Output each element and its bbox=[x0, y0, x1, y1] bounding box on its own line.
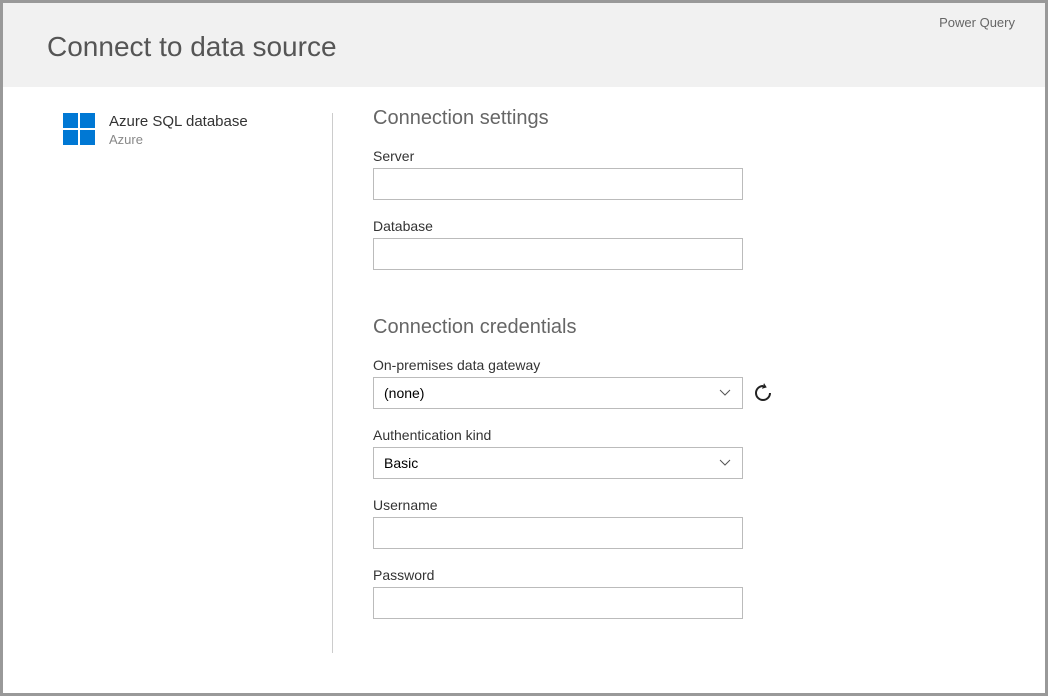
data-source-text: Azure SQL database Azure bbox=[109, 113, 248, 147]
username-input[interactable] bbox=[373, 517, 743, 549]
main-panel: Connection settings Server Database Conn… bbox=[333, 107, 1045, 653]
brand-label: Power Query bbox=[939, 15, 1015, 30]
gateway-selected-value: (none) bbox=[384, 385, 424, 401]
data-source-subtitle: Azure bbox=[109, 132, 248, 147]
connection-settings-heading: Connection settings bbox=[373, 107, 1005, 130]
sidebar: Azure SQL database Azure bbox=[3, 113, 333, 653]
data-source-item[interactable]: Azure SQL database Azure bbox=[63, 113, 312, 147]
password-label: Password bbox=[373, 567, 1005, 583]
chevron-down-icon bbox=[718, 386, 732, 400]
content: Azure SQL database Azure Connection sett… bbox=[3, 87, 1045, 653]
password-field: Password bbox=[373, 567, 1005, 619]
page-title: Connect to data source bbox=[47, 31, 1015, 63]
connection-credentials-heading: Connection credentials bbox=[373, 316, 1005, 339]
username-label: Username bbox=[373, 497, 1005, 513]
gateway-select[interactable]: (none) bbox=[373, 377, 743, 409]
password-input[interactable] bbox=[373, 587, 743, 619]
gateway-label: On-premises data gateway bbox=[373, 357, 1005, 373]
refresh-icon[interactable] bbox=[753, 383, 773, 403]
windows-logo-icon bbox=[63, 113, 95, 145]
header: Power Query Connect to data source bbox=[3, 3, 1045, 87]
chevron-down-icon bbox=[718, 456, 732, 470]
server-input[interactable] bbox=[373, 168, 743, 200]
server-label: Server bbox=[373, 148, 1005, 164]
gateway-field: On-premises data gateway (none) bbox=[373, 357, 1005, 409]
database-field: Database bbox=[373, 218, 1005, 270]
authkind-field: Authentication kind Basic bbox=[373, 427, 1005, 479]
server-field: Server bbox=[373, 148, 1005, 200]
username-field: Username bbox=[373, 497, 1005, 549]
data-source-title: Azure SQL database bbox=[109, 113, 248, 130]
authkind-selected-value: Basic bbox=[384, 455, 418, 471]
authkind-label: Authentication kind bbox=[373, 427, 1005, 443]
authkind-select[interactable]: Basic bbox=[373, 447, 743, 479]
database-input[interactable] bbox=[373, 238, 743, 270]
database-label: Database bbox=[373, 218, 1005, 234]
